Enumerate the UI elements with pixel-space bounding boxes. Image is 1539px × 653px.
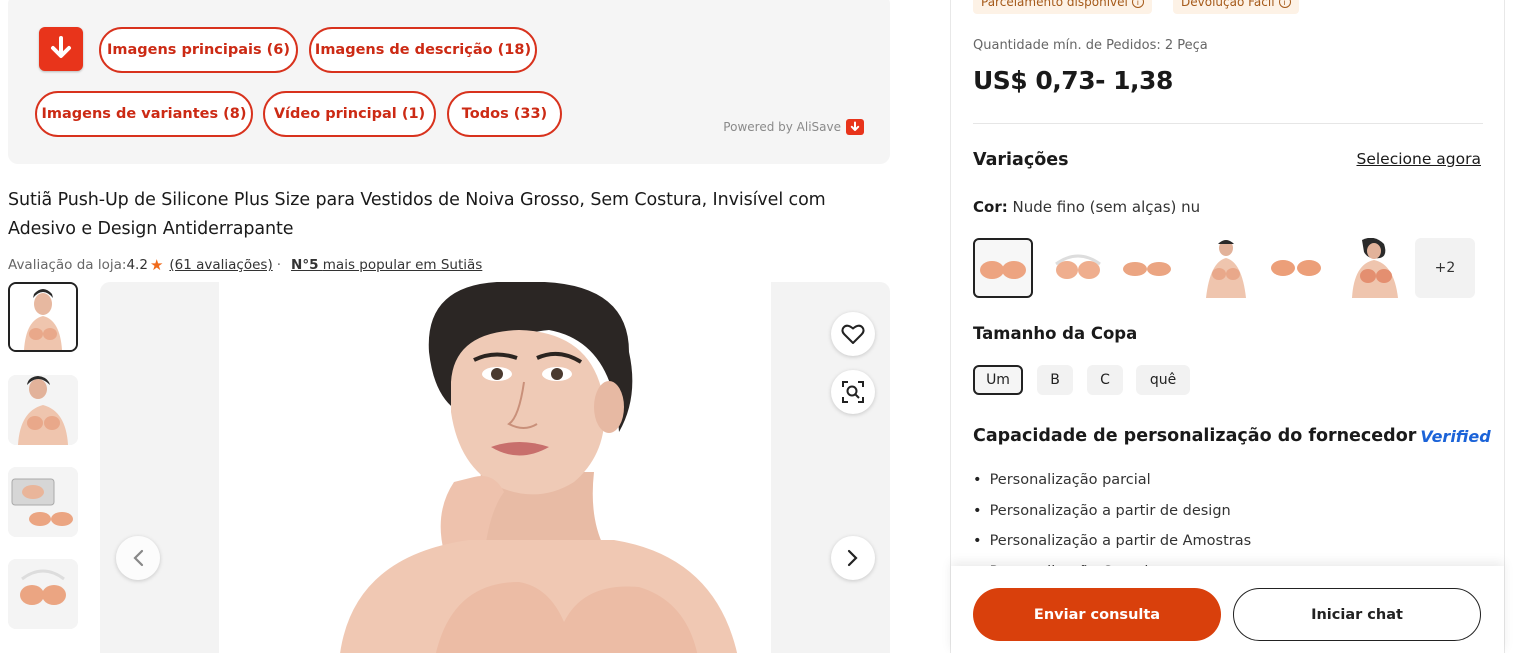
- purchase-panel: Parcelamento disponível i Devolução Fácil…: [950, 0, 1505, 653]
- color-swatch-6[interactable]: [1344, 238, 1404, 298]
- powered-by-text: Powered by AliSave: [723, 120, 841, 134]
- list-item: Personalização a partir de Amostras: [973, 526, 1252, 557]
- alisave-logo-icon: [846, 119, 864, 135]
- installments-label: Parcelamento disponível: [981, 0, 1128, 9]
- action-bar: Enviar consulta Iniciar chat: [951, 566, 1504, 653]
- thumb-model-1-image: [10, 284, 76, 350]
- price-range: US$ 0,73- 1,38: [973, 66, 1173, 95]
- divider: [973, 123, 1483, 124]
- cup-size-option-a[interactable]: Um: [973, 365, 1023, 395]
- verified-badge: Verified: [1420, 426, 1491, 446]
- meta-separator: ·: [276, 257, 282, 273]
- description-images-button[interactable]: Imagens de descrição (18): [309, 27, 537, 73]
- cup-size-option-d[interactable]: quê: [1136, 365, 1190, 395]
- main-video-button[interactable]: Vídeo principal (1): [263, 91, 436, 137]
- main-images-button[interactable]: Imagens principais (6): [99, 27, 298, 73]
- thumbnail-3[interactable]: [8, 467, 78, 537]
- color-label: Cor:: [973, 198, 1008, 216]
- min-order-text: Quantidade mín. de Pedidos: 2 Peça: [973, 38, 1208, 53]
- store-rating-value: 4.2: [126, 257, 148, 273]
- color-swatch-1[interactable]: [973, 238, 1033, 298]
- color-swatch-3[interactable]: [1117, 238, 1177, 298]
- select-now-link[interactable]: Selecione agora: [1356, 150, 1481, 168]
- thumbnail-4[interactable]: [8, 559, 78, 629]
- color-line: Cor: Nude fino (sem alças) nu: [973, 198, 1200, 216]
- thumbnail-1[interactable]: [8, 282, 78, 352]
- reviews-link[interactable]: (61 avaliações): [169, 257, 272, 273]
- color-swatch-2[interactable]: [1048, 238, 1108, 298]
- list-item: Personalização a partir de design: [973, 496, 1251, 527]
- main-product-image[interactable]: [100, 282, 890, 653]
- previous-image-button[interactable]: [116, 536, 160, 580]
- rank-text: mais popular em Sutiãs: [322, 257, 483, 273]
- heart-icon: [841, 324, 865, 344]
- info-icon[interactable]: i: [1278, 0, 1291, 8]
- download-arrow-icon[interactable]: [39, 27, 83, 71]
- ranking-link[interactable]: N°5 mais popular em Sutiãs: [291, 257, 482, 273]
- image-search-button[interactable]: [831, 370, 875, 414]
- info-icon[interactable]: i: [1131, 0, 1144, 8]
- customization-header: Capacidade de personalização do forneced…: [973, 426, 1491, 446]
- chevron-left-icon: [133, 549, 144, 567]
- easy-return-label: Devolução Fácil: [1181, 0, 1275, 9]
- chevron-right-icon: [847, 549, 858, 567]
- color-swatch-5[interactable]: [1266, 238, 1326, 298]
- rank-number: N°5: [291, 257, 319, 273]
- favorite-button[interactable]: [831, 312, 875, 356]
- product-title: Sutiã Push-Up de Silicone Plus Size para…: [8, 190, 826, 239]
- cup-size-option-c[interactable]: C: [1087, 365, 1123, 395]
- store-rating-label: Avaliação da loja:: [8, 257, 127, 273]
- image-search-icon: [842, 381, 864, 403]
- cup-size-option-b[interactable]: B: [1037, 365, 1073, 395]
- more-colors-button[interactable]: +2: [1415, 238, 1475, 298]
- variations-heading: Variações: [973, 150, 1069, 170]
- all-media-button[interactable]: Todos (33): [447, 91, 562, 137]
- start-chat-button[interactable]: Iniciar chat: [1233, 588, 1481, 641]
- color-swatch-4[interactable]: [1196, 238, 1256, 298]
- cup-size-heading: Tamanho da Copa: [973, 324, 1138, 343]
- customization-heading: Capacidade de personalização do forneced…: [973, 426, 1417, 446]
- send-inquiry-button[interactable]: Enviar consulta: [973, 588, 1221, 641]
- powered-by-alisave: Powered by AliSave: [723, 119, 864, 135]
- product-meta: Avaliação da loja: 4.2 ★ (61 avaliações)…: [8, 256, 482, 274]
- installments-chip: Parcelamento disponível i: [973, 0, 1152, 14]
- variant-images-button[interactable]: Imagens de variantes (8): [35, 91, 253, 137]
- thumbnail-2[interactable]: [8, 375, 78, 445]
- list-item: Personalização parcial: [973, 465, 1251, 496]
- thumb-bra-image: [8, 559, 78, 629]
- next-image-button[interactable]: [831, 536, 875, 580]
- product-photo: [219, 282, 771, 653]
- color-value: Nude fino (sem alças) nu: [1012, 198, 1201, 216]
- thumb-model-2-image: [8, 375, 78, 445]
- star-icon: ★: [149, 256, 164, 274]
- easy-return-chip: Devolução Fácil i: [1173, 0, 1299, 14]
- thumb-package-image: [8, 467, 78, 537]
- alisave-panel: Imagens principais (6) Imagens de descri…: [8, 0, 890, 164]
